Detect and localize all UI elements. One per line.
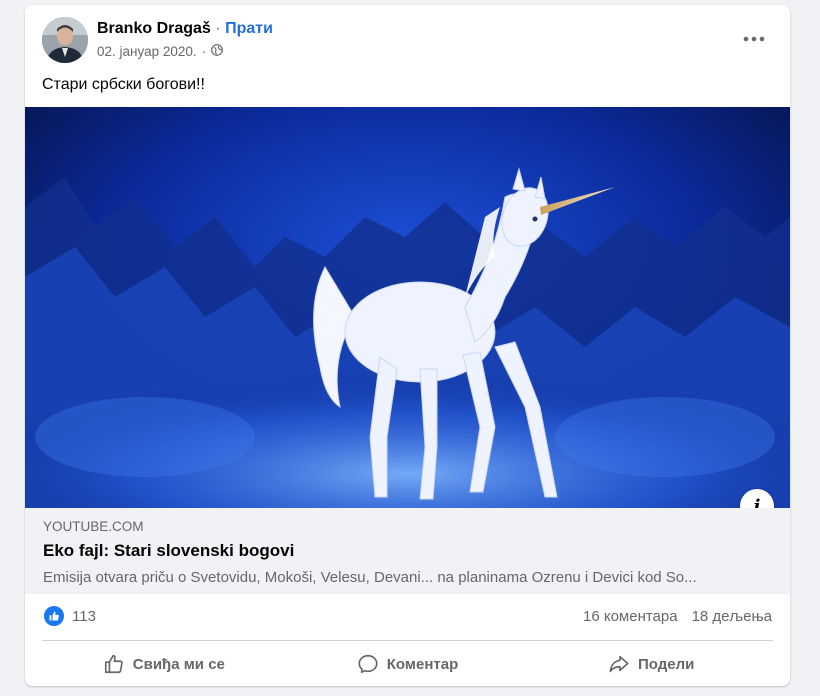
like-count: 113 <box>72 607 96 625</box>
comment-bubble-icon <box>358 654 378 674</box>
post-meta: 02. јануар 2020. · <box>97 44 224 59</box>
share-count[interactable]: 18 дељења <box>692 608 772 625</box>
follow-link[interactable]: Прати <box>225 20 273 37</box>
post-text: Стари србски богови!! <box>42 76 205 93</box>
share-button[interactable]: Подели <box>529 644 773 684</box>
share-button-label: Подели <box>637 655 695 673</box>
reactions-summary[interactable]: 113 <box>44 606 96 626</box>
author-line: Branko Dragaš · Прати <box>97 20 273 38</box>
comment-count[interactable]: 16 коментара <box>583 608 678 625</box>
author-separator: · <box>215 20 221 37</box>
date-separator: · <box>201 44 207 59</box>
share-arrow-icon <box>609 655 629 673</box>
link-title[interactable]: Eko fajl: Stari slovenski bogovi <box>43 541 294 561</box>
comment-button-label: Коментар <box>386 655 459 673</box>
actions-divider <box>42 640 773 641</box>
like-icon <box>44 606 64 626</box>
avatar-image <box>42 17 88 63</box>
author-name[interactable]: Branko Dragaš <box>97 20 211 37</box>
engagement-counts: 16 коментара 18 дељења <box>583 608 772 625</box>
thumbs-up-icon <box>104 654 123 674</box>
globe-icon <box>211 44 224 59</box>
more-horizontal-icon <box>743 36 765 42</box>
post-date[interactable]: 02. јануар 2020. <box>97 44 197 59</box>
link-preview[interactable]: YOUTUBE.COM Eko fajl: Stari slovenski bo… <box>25 508 790 594</box>
link-description: Emisija otvara priču o Svetovidu, Mokoši… <box>43 569 697 586</box>
more-options-button[interactable] <box>736 25 772 53</box>
post-actions: Свиђа ми се Коментар Подели <box>42 644 773 684</box>
link-domain: YOUTUBE.COM <box>43 519 144 534</box>
avatar[interactable] <box>42 17 88 63</box>
like-button-label: Свиђа ми се <box>132 655 225 673</box>
unicorn-image <box>25 107 790 508</box>
comment-button[interactable]: Коментар <box>286 644 530 684</box>
like-button[interactable]: Свиђа ми се <box>42 644 286 684</box>
post-header: Branko Dragaš · Прати 02. јануар 2020. · <box>25 5 790 69</box>
link-thumbnail[interactable] <box>25 107 790 508</box>
post-card: Branko Dragaš · Прати 02. јануар 2020. ·… <box>25 5 790 686</box>
post-stats: 113 16 коментара 18 дељења <box>25 594 790 640</box>
